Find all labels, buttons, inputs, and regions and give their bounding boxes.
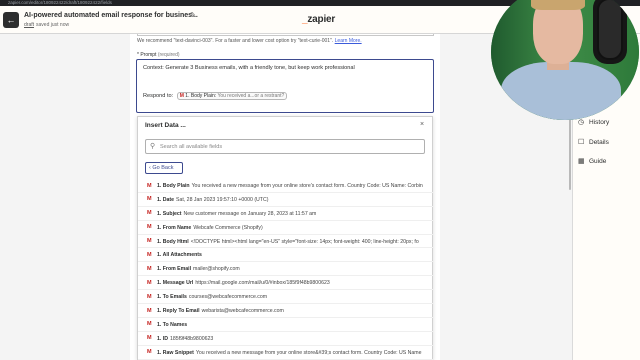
gmail-icon: M bbox=[147, 307, 152, 314]
microphone-grille bbox=[597, 0, 623, 60]
save-status: saved just now bbox=[36, 22, 70, 28]
search-input[interactable]: ⚲ Search all available fields bbox=[145, 139, 425, 154]
gmail-icon: M bbox=[147, 321, 152, 328]
field-pill[interactable]: M 1. Body Plain: You received a...or a r… bbox=[176, 92, 288, 100]
gmail-icon: M bbox=[179, 93, 184, 99]
gmail-icon: M bbox=[147, 293, 152, 300]
model-hint: We recommend "text-davinci-003". For a f… bbox=[137, 38, 362, 44]
back-button[interactable]: ← bbox=[3, 12, 19, 28]
gmail-icon: M bbox=[147, 251, 152, 258]
insert-data-dropdown: Insert Data ... × ⚲ Search all available… bbox=[137, 116, 434, 360]
field-row[interactable]: M 1. From Email mailer@shopify.com bbox=[138, 262, 434, 277]
field-list: M 1. Body Plain You received a new message… bbox=[138, 179, 434, 360]
pencil-icon[interactable]: ✎ bbox=[190, 11, 196, 19]
status-badge: draft bbox=[24, 22, 35, 28]
field-row[interactable]: M 1. Raw Snippet You received a new messag… bbox=[138, 346, 434, 360]
chevron-left-icon: ‹ bbox=[149, 165, 151, 171]
respond-row: Respond to: M 1. Body Plain: You receive… bbox=[143, 92, 288, 100]
field-row[interactable]: M 1. To Emails courses@webcafecommerce.com bbox=[138, 290, 434, 305]
gmail-icon: M bbox=[147, 210, 152, 217]
presenter-hair bbox=[531, 0, 585, 10]
prompt-label: * Prompt (required) bbox=[137, 52, 180, 58]
field-row[interactable]: M 1. From Name Webcafe Commerce (Shopify) bbox=[138, 221, 434, 235]
search-placeholder: Search all available fields bbox=[160, 144, 223, 150]
zap-title[interactable]: AI-powered automated email response for … bbox=[24, 12, 198, 19]
field-row[interactable]: M 1. Reply To Email webarista@webcafecomme… bbox=[138, 304, 434, 318]
presenter-shirt bbox=[501, 62, 621, 120]
learn-more-link[interactable]: Learn More. bbox=[335, 38, 362, 44]
gmail-icon: M bbox=[147, 182, 152, 189]
field-row[interactable]: M 1. Body Plain You received a new message… bbox=[138, 179, 434, 193]
details-icon: ☐ bbox=[578, 139, 585, 146]
sidebar-item-guide[interactable]: ▦ Guide bbox=[578, 157, 606, 165]
gmail-icon: M bbox=[147, 224, 152, 231]
field-row[interactable]: M 1. Body Html <!DOCTYPE html><html lang="… bbox=[138, 235, 434, 249]
prompt-text: Context: Generate 3 Business emails, wit… bbox=[143, 65, 355, 71]
insert-data-title: Insert Data ... bbox=[145, 122, 186, 129]
model-field[interactable] bbox=[137, 34, 434, 36]
guide-icon: ▦ bbox=[578, 158, 585, 165]
search-icon: ⚲ bbox=[150, 143, 156, 150]
gmail-icon: M bbox=[147, 196, 152, 203]
sidebar-item-details[interactable]: ☐ Details bbox=[578, 138, 609, 146]
field-row[interactable]: M 1. To Names bbox=[138, 318, 434, 332]
field-row[interactable]: M 1. Message Url https://mail.google.com/m… bbox=[138, 276, 434, 291]
gmail-icon: M bbox=[147, 279, 152, 286]
gmail-icon: M bbox=[147, 265, 152, 272]
field-row[interactable]: M 1. All Attachments bbox=[138, 248, 434, 263]
field-row[interactable]: M 1. Date Sat, 28 Jan 2023 19:57:10 +0000 … bbox=[138, 193, 434, 207]
gmail-icon: M bbox=[147, 349, 152, 356]
go-back-button[interactable]: ‹ Go Back bbox=[145, 162, 183, 174]
arrow-left-icon: ← bbox=[6, 15, 16, 25]
webcam-overlay bbox=[491, 0, 639, 120]
draft-status: draft saved just now bbox=[24, 22, 69, 28]
close-icon[interactable]: × bbox=[420, 121, 424, 128]
gmail-icon: M bbox=[147, 238, 152, 245]
prompt-input[interactable]: Context: Generate 3 Business emails, wit… bbox=[136, 59, 434, 113]
zapier-logo[interactable]: _zapier bbox=[302, 14, 335, 25]
field-row[interactable]: M 1. ID 185f9f48b9800623 bbox=[138, 332, 434, 346]
gmail-icon: M bbox=[147, 335, 152, 342]
field-row[interactable]: M 1. Subject New customer message on Janua… bbox=[138, 207, 434, 221]
